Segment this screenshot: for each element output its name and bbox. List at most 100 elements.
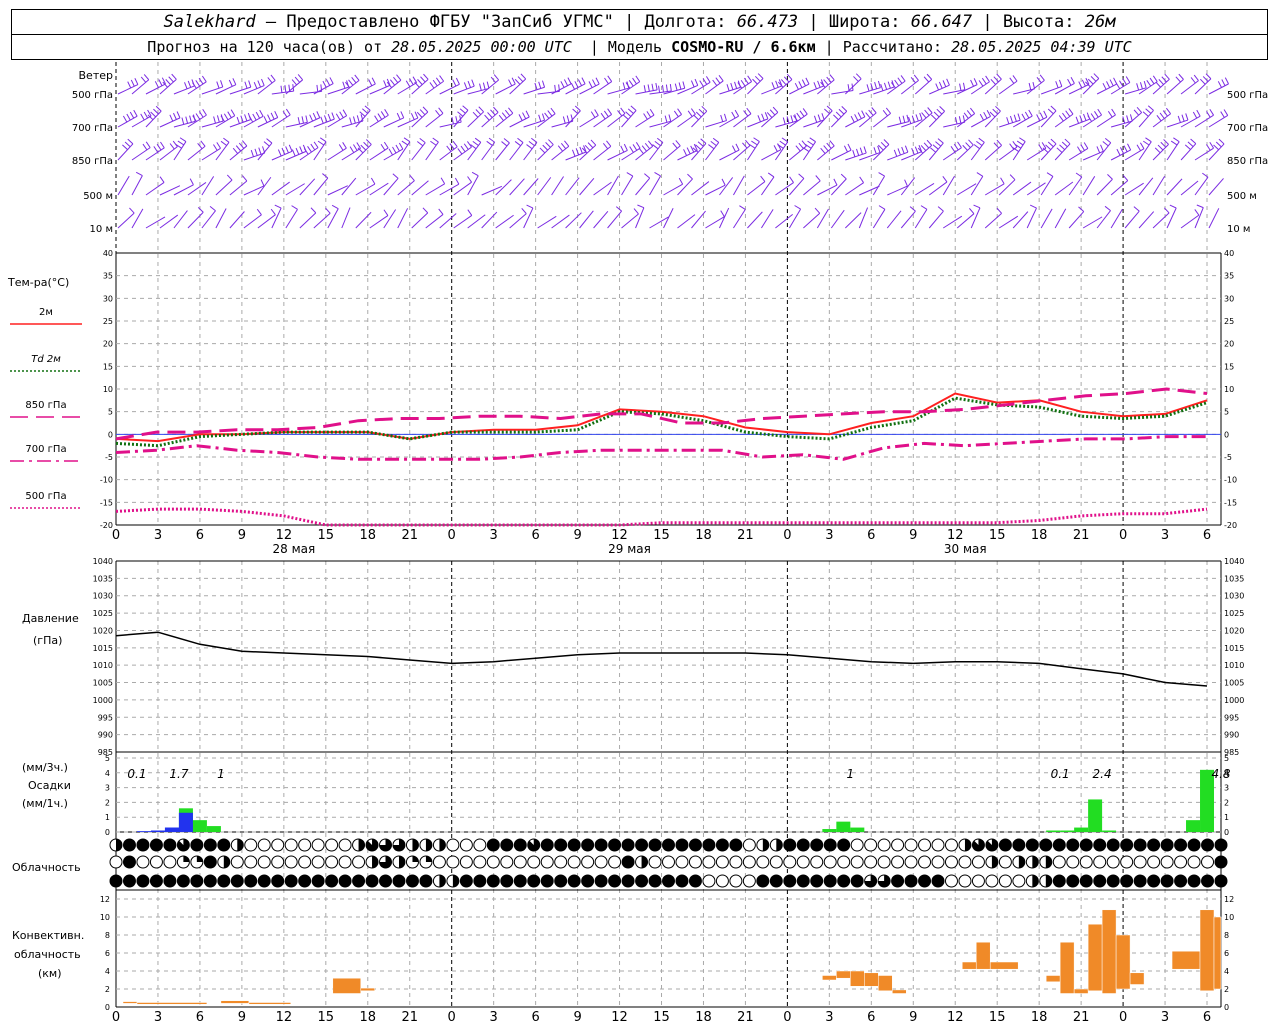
cloud-fill-part [1045,856,1052,868]
cloud-fill-full [608,875,621,887]
wind-barb-flag [959,83,962,91]
pressure-tick-right: 1040 [1224,557,1244,566]
cloud-symbol [325,874,339,888]
wind-barb-flag [909,206,916,212]
wind-barb-flag [887,81,891,89]
wind-barb [733,145,751,161]
wind-barb-flag [690,145,695,153]
wind-barb-flag [1000,177,1005,185]
time-tick-label-bottom: 18 [1031,1010,1048,1024]
cloud-fill-full [1134,839,1147,851]
time-tick-label-bottom: 9 [573,1010,581,1024]
wind-barb [817,184,838,196]
wind-barb [621,110,637,128]
temp-tick-left: 15 [103,362,113,371]
wind-barb [1194,114,1214,128]
cloud-symbol [500,838,514,852]
wind-barb-flag [646,111,652,118]
cloud-symbol [1120,838,1134,852]
cloud-symbol [810,838,824,852]
cloud-symbol [918,838,932,852]
cloud-circle [850,855,864,869]
wind-level-label: 500 м [83,191,113,202]
wind-barb-flag [690,80,695,88]
wind-barb-flag [643,85,646,93]
temp-tick-right: 30 [1224,294,1234,303]
wind-barb [355,211,372,229]
wind-barb-flag [266,138,273,144]
time-tick-label-bottom: 6 [867,1010,875,1024]
wind-barb [131,79,150,95]
wind-barb-flag [823,145,829,152]
wind-barb-flag [171,73,177,80]
wind-barb-flag [930,147,937,153]
wind-barb-flag [462,105,469,111]
cloud-symbol [432,855,446,869]
wind-barb-flag [563,79,569,86]
cloud-circle [648,855,662,869]
wind-barb-flag [995,105,1001,112]
conv-tick-left: 2 [105,985,110,994]
wind-barb-flag [517,76,524,83]
wind-barb [327,115,347,128]
wind-barb-flag [937,206,944,212]
cloud-symbol [742,874,756,888]
cloud-fill-full [217,839,230,851]
wind-barb-flag [853,76,859,82]
wind-barb-flag [1094,111,1099,118]
cloud-fill-full [662,839,675,851]
cloud-fill-full [918,875,931,887]
wind-barb-flag [129,207,135,214]
cloud-symbol [1106,838,1120,852]
wind-barb-flag [1067,78,1072,86]
wind-barb [145,182,165,196]
cloud-fill-full [649,875,662,887]
cloud-symbol [850,855,864,869]
wind-barb-flag [517,137,524,143]
cloud-symbol [944,855,958,869]
wind-barb-flag [176,111,181,119]
wind-barb-flag [422,106,429,113]
wind-barb-flag [310,207,317,214]
wind-barb [761,149,782,161]
cloud-symbol [891,855,905,869]
wind-barb-flag [1075,116,1080,124]
cloud-fill-full [150,875,163,887]
wind-title: Ветер [79,69,113,82]
wind-barb-flag [1028,109,1033,117]
wind-barb [719,86,741,95]
time-tick-label-bottom: 0 [448,1010,456,1024]
cloud-fill-part [425,839,432,851]
wind-barb-flag [1102,141,1109,147]
cloud-symbol [675,838,689,852]
wind-barb-flag [620,145,625,153]
wind-barb-flag [786,73,793,80]
cloud-symbol [729,855,743,869]
wind-barb [1166,119,1189,128]
wind-barb-flag [1209,141,1214,149]
cloud-circle [662,855,675,869]
cloud-symbol [257,838,271,852]
wind-barb-flag [173,112,177,120]
wind-barb-flag [1068,108,1074,115]
wind-barb-flag [122,144,128,151]
wind-barb [844,78,862,95]
wind-barb-flag [356,115,360,123]
wind-barb-flag [673,110,679,117]
wind-barb-flag [652,144,659,150]
wind-barb-flag [471,79,475,87]
conv-bar [1115,934,1131,990]
wind-barb-flag [760,175,766,182]
wind-barb-flag [996,207,1002,214]
wind-barb-flag [567,77,572,85]
wind-barb-flag [615,206,622,212]
wind-barb-flag [284,85,287,93]
wind-barb-flag [310,143,316,151]
wind-barb [830,110,848,128]
cloud-symbol [594,838,608,852]
wind-barb-flag [223,113,229,120]
wind-barb-flag [384,109,389,116]
wind-barb-flag [185,116,189,124]
cloud-symbol [688,838,702,852]
wind-barb-flag [528,140,535,147]
